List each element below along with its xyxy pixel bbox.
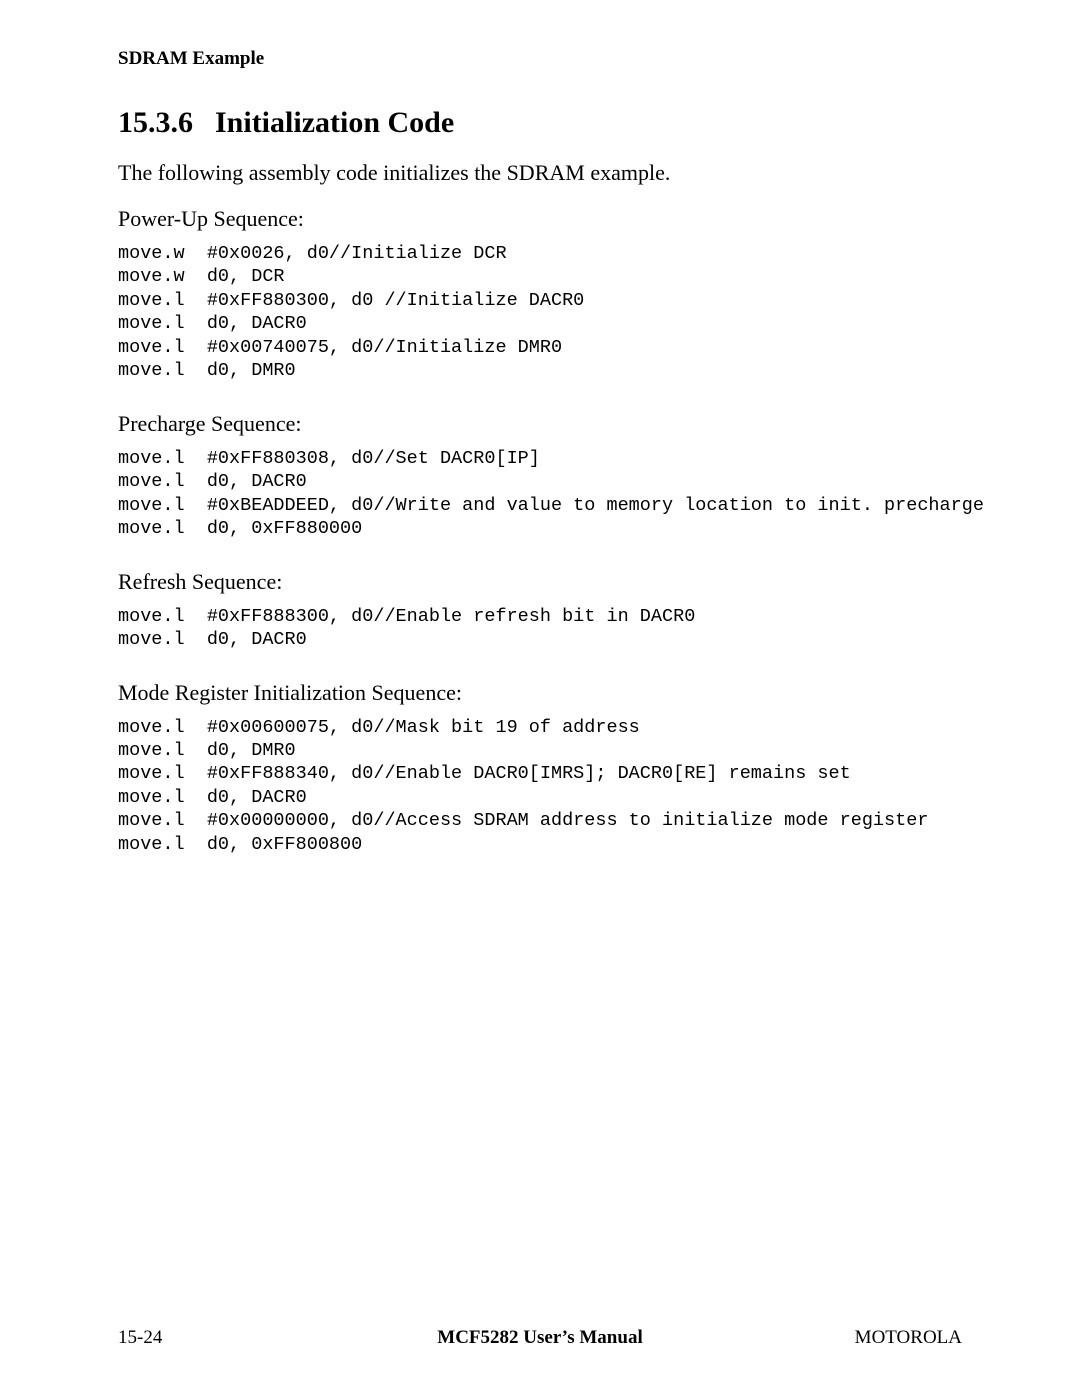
subhead-modereg: Mode Register Initialization Sequence: (118, 680, 962, 706)
footer-manual-title: MCF5282 User’s Manual (437, 1327, 642, 1349)
code-refresh: move.l #0xFF888300, d0//Enable refresh b… (118, 605, 962, 652)
running-head: SDRAM Example (118, 48, 962, 70)
section-heading: 15.3.6 Initialization Code (118, 106, 962, 140)
subhead-powerup: Power-Up Sequence: (118, 206, 962, 232)
section-title: Initialization Code (215, 106, 454, 139)
page: SDRAM Example 15.3.6Initialization Code … (0, 0, 1080, 1397)
subhead-precharge: Precharge Sequence: (118, 411, 962, 437)
section-number: 15.3.6 (118, 106, 193, 140)
code-powerup: move.w #0x0026, d0//Initialize DCR move.… (118, 242, 962, 383)
code-modereg: move.l #0x00600075, d0//Mask bit 19 of a… (118, 716, 962, 857)
footer-brand: MOTOROLA (855, 1327, 962, 1349)
code-precharge: move.l #0xFF880308, d0//Set DACR0[IP] mo… (118, 447, 962, 541)
intro-paragraph: The following assembly code initializes … (118, 158, 962, 188)
footer-page-number: 15-24 (118, 1327, 162, 1349)
page-footer: 15-24 MCF5282 User’s Manual MOTOROLA (118, 1327, 962, 1349)
subhead-refresh: Refresh Sequence: (118, 569, 962, 595)
